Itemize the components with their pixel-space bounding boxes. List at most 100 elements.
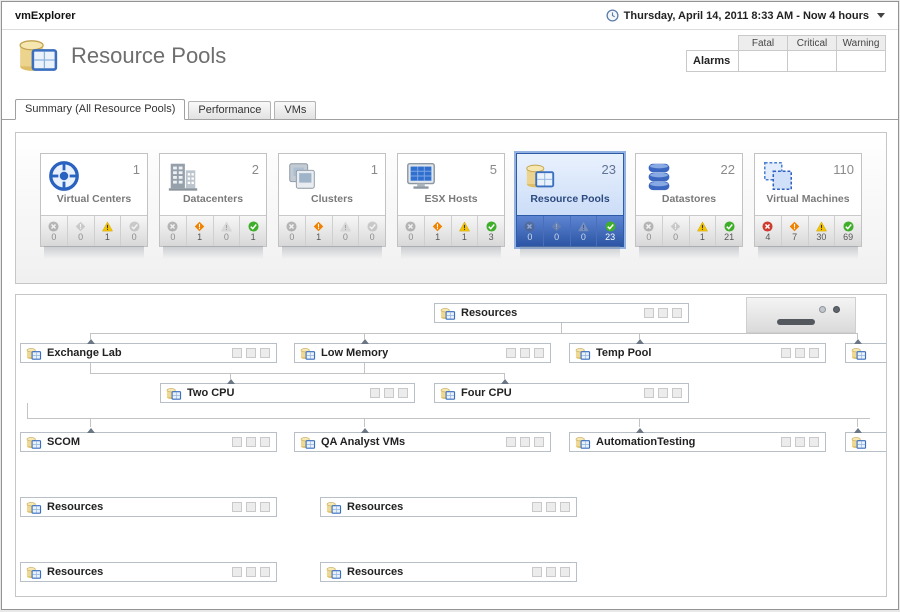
tree-node-label: AutomationTesting <box>596 436 695 448</box>
connector-arrow <box>87 428 95 433</box>
datacenters-icon <box>166 159 200 192</box>
fatal-icon <box>643 221 654 232</box>
critical-icon <box>551 221 562 232</box>
connector-line <box>857 418 858 427</box>
status-squares <box>232 502 270 512</box>
tile-virtual-centers[interactable]: 1 Virtual Centers 0 0 1 0 <box>40 153 148 247</box>
tile-label: Clusters <box>279 193 385 205</box>
tile-clusters[interactable]: 1 Clusters 0 1 0 0 <box>278 153 386 247</box>
tree-node-temp-pool[interactable]: Temp Pool <box>569 343 826 363</box>
critical-icon <box>670 221 681 232</box>
connector-arrow <box>854 428 862 433</box>
status-fatal: 4 <box>755 216 781 246</box>
normal-icon <box>843 221 854 232</box>
object-tiles-panel: 1 Virtual Centers 0 0 1 0 2 Datacenters … <box>15 132 887 284</box>
tree-node-label: QA Analyst VMs <box>321 436 405 448</box>
fatal-icon <box>48 221 59 232</box>
alarms-critical-value <box>788 51 837 72</box>
status-squares <box>506 348 544 358</box>
time-range-selector[interactable]: Thursday, April 14, 2011 8:33 AM - Now 4… <box>606 9 885 22</box>
tree-node-resources[interactable]: Resources <box>20 562 277 582</box>
tile-count: 5 <box>490 162 497 192</box>
tree-node-resources-root[interactable]: Resources <box>434 303 689 323</box>
connector-line <box>90 333 858 334</box>
status-squares <box>532 502 570 512</box>
tile-datastores[interactable]: 22 Datastores 0 0 1 21 <box>635 153 743 247</box>
chevron-down-icon <box>877 13 885 18</box>
fatal-icon <box>286 221 297 232</box>
resource-pool-icon <box>574 435 591 450</box>
connector-line <box>27 418 870 419</box>
status-critical: 0 <box>67 216 94 246</box>
resource-pool-icon <box>439 306 456 321</box>
status-squares <box>370 388 408 398</box>
connector-line <box>364 363 365 373</box>
tree-node-exchange-lab[interactable]: Exchange Lab <box>20 343 277 363</box>
server-knob-icon <box>819 306 826 313</box>
status-squares <box>781 437 819 447</box>
status-squares <box>781 348 819 358</box>
status-critical: 1 <box>305 216 332 246</box>
tree-node-two-cpu[interactable]: Two CPU <box>160 383 415 403</box>
status-strip: 0 1 0 1 <box>160 215 266 246</box>
fatal-icon <box>762 221 773 232</box>
status-normal: 0 <box>120 216 147 246</box>
tree-node-automationtesting[interactable]: AutomationTesting <box>569 432 826 452</box>
tile-datacenters[interactable]: 2 Datacenters 0 1 0 1 <box>159 153 267 247</box>
resource-pool-icon <box>299 435 316 450</box>
connector-arrow <box>87 339 95 344</box>
status-strip: 0 0 0 23 <box>517 215 623 246</box>
status-normal: 1 <box>239 216 266 246</box>
tile-virtual-machines[interactable]: 110 Virtual Machines 4 7 30 69 <box>754 153 862 247</box>
alarms-fatal-value <box>739 51 788 72</box>
status-strip: 0 0 1 21 <box>636 215 742 246</box>
resource-pools-icon <box>523 159 557 192</box>
tile-label: Virtual Machines <box>755 193 861 205</box>
top-bar: vmExplorer Thursday, April 14, 2011 8:33… <box>2 2 898 30</box>
normal-icon <box>248 221 259 232</box>
tree-node-resources[interactable]: Resources <box>320 562 577 582</box>
tree-node-label: Temp Pool <box>596 347 651 359</box>
resource-pool-icon <box>165 386 182 401</box>
esx-host-thumbnail[interactable] <box>746 297 856 333</box>
resource-pool-icon <box>25 565 42 580</box>
tab-vms[interactable]: VMs <box>274 101 316 119</box>
connector-line <box>90 373 505 374</box>
fatal-icon <box>524 221 535 232</box>
tree-node-low-memory[interactable]: Low Memory <box>294 343 551 363</box>
tree-node-label: Resources <box>47 566 103 578</box>
alarms-col-fatal: Fatal <box>739 36 788 51</box>
resource-pool-icon <box>25 500 42 515</box>
status-squares <box>232 437 270 447</box>
status-warning: 1 <box>689 216 716 246</box>
tree-node-qa-analyst-vms[interactable]: QA Analyst VMs <box>294 432 551 452</box>
resource-pool-icon <box>15 35 61 76</box>
alarms-row-label: Alarms <box>687 51 739 72</box>
critical-icon <box>789 221 800 232</box>
alarms-warning-value <box>837 51 886 72</box>
tree-node-scom[interactable]: SCOM <box>20 432 277 452</box>
tree-node-label: Two CPU <box>187 387 234 399</box>
connector-line <box>364 418 365 427</box>
warning-icon <box>102 221 113 232</box>
tree-node-four-cpu[interactable]: Four CPU <box>434 383 689 403</box>
tile-resource-pools[interactable]: 23 Resource Pools 0 0 0 23 <box>516 153 624 247</box>
status-fatal: 0 <box>279 216 305 246</box>
tree-node-resources[interactable]: Resources <box>20 497 277 517</box>
tab-performance[interactable]: Performance <box>188 101 271 119</box>
connector-line <box>639 418 640 427</box>
tree-node-clipped[interactable] <box>845 432 887 452</box>
tree-node-resources[interactable]: Resources <box>320 497 577 517</box>
tile-esx-hosts[interactable]: 5 ESX Hosts 0 1 1 3 <box>397 153 505 247</box>
status-normal: 0 <box>358 216 385 246</box>
esx-hosts-icon <box>404 159 438 192</box>
status-fatal: 0 <box>517 216 543 246</box>
resource-pool-icon <box>850 435 867 450</box>
tile-label: Datastores <box>636 193 742 205</box>
connector-arrow <box>854 339 862 344</box>
status-warning: 0 <box>213 216 240 246</box>
tab-summary[interactable]: Summary (All Resource Pools) <box>15 99 185 120</box>
tree-node-clipped[interactable] <box>845 343 887 363</box>
normal-icon <box>486 221 497 232</box>
status-squares <box>644 308 682 318</box>
